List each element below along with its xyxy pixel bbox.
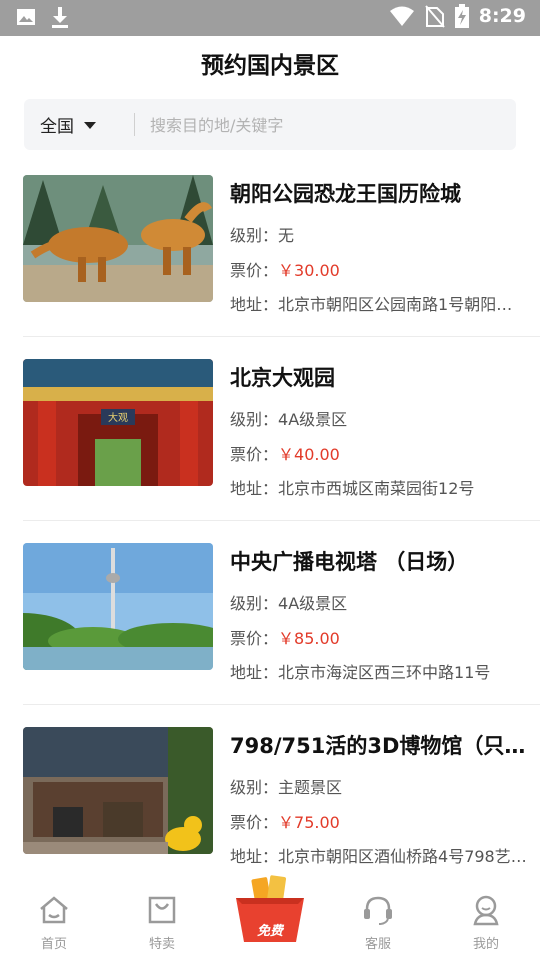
attraction-address: 地址：北京市西城区南菜园街12号 [230,475,528,499]
level-value: 无 [278,226,295,245]
address-label: 地址： [230,847,279,866]
price-label: 票价： [230,261,279,280]
attraction-thumbnail [23,727,213,854]
attraction-price: 票价：￥75.00 [230,809,528,833]
attraction-level: 级别：4A级景区 [230,590,528,614]
tab-home[interactable]: 首页 [0,880,108,960]
attraction-address: 地址：北京市朝阳区酒仙桥路4号798艺术区 [230,843,528,867]
level-value: 主题景区 [278,778,343,797]
attraction-item[interactable]: 大观 北京大观园 级别：4A级景区 票价：￥40.00 地址：北京市西城区南菜园… [0,344,540,528]
level-label: 级别： [230,226,279,245]
price-value: ￥75.00 [278,813,340,832]
address-label: 地址： [230,663,279,682]
level-label: 级别： [230,594,279,613]
attraction-name: 798/751活的3D博物馆（只… [230,734,526,758]
status-bar: 8:29 [0,0,540,36]
item-divider [23,336,540,337]
attraction-level: 级别：4A级景区 [230,406,528,430]
item-divider [23,520,540,521]
region-label: 全国 [40,117,74,137]
attraction-thumbnail [23,543,213,670]
wifi-icon [389,6,414,26]
search-input[interactable] [148,109,502,142]
tv-tower-image [23,543,213,670]
item-divider [23,704,540,705]
attraction-thumbnail: 大观 [23,359,213,486]
attraction-item[interactable]: 798/751活的3D博物馆（只… 级别：主题景区 票价：￥75.00 地址：北… [0,712,540,896]
tab-label: 特卖 [148,937,175,952]
attraction-price: 票价：￥30.00 [230,257,528,281]
level-label: 级别： [230,778,279,797]
attraction-price: 票价：￥40.00 [230,441,528,465]
price-value: ￥40.00 [278,445,340,464]
price-label: 票价： [230,445,279,464]
no-sim-icon [424,5,445,28]
download-icon [52,7,68,28]
level-label: 级别： [230,410,279,429]
attraction-address: 地址：北京市朝阳区公园南路1号朝阳公园内 [230,291,528,315]
svg-text:大观: 大观 [108,411,128,424]
home-icon [40,896,68,924]
page-header: 预约国内景区 [0,36,540,96]
gate-image: 大观 [23,359,213,486]
search-bar: 全国 [24,99,516,150]
attraction-name: 朝阳公园恐龙王国历险城 [230,182,461,206]
address-label: 地址： [230,479,279,498]
page-title: 预约国内景区 [201,53,339,79]
tab-mine[interactable]: 我的 [432,880,540,960]
attraction-level: 级别：主题景区 [230,774,528,798]
address-label: 地址： [230,295,279,314]
attraction-item[interactable]: 朝阳公园恐龙王国历险城 级别：无 票价：￥30.00 地址：北京市朝阳区公园南路… [0,160,540,344]
headset-icon [364,896,392,925]
address-value: 北京市朝阳区酒仙桥路4号798艺术区 [278,847,528,866]
tab-sale[interactable]: 特卖 [108,880,216,960]
tab-label: 首页 [40,937,67,952]
price-value: ￥85.00 [278,629,340,648]
tab-customer-service[interactable]: 客服 [324,880,432,960]
attraction-name: 中央广播电视塔 （日场） [230,550,469,574]
attraction-address: 地址：北京市海淀区西三环中路11号 [230,659,528,683]
attraction-price: 票价：￥85.00 [230,625,528,649]
user-icon [473,895,499,926]
shopping-bag-icon [148,896,176,924]
address-value: 北京市西城区南菜园街12号 [278,479,475,498]
address-value: 北京市朝阳区公园南路1号朝阳公园内 [278,295,528,314]
clock: 8:29 [478,5,526,27]
level-value: 4A级景区 [278,594,348,613]
level-value: 4A级景区 [278,410,348,429]
attraction-item[interactable]: 中央广播电视塔 （日场） 级别：4A级景区 票价：￥85.00 地址：北京市海淀… [0,528,540,712]
attraction-level: 级别：无 [230,222,528,246]
tab-label: 客服 [364,937,391,952]
free-ticket-button[interactable]: 免费 [230,872,310,944]
caret-down-icon [84,122,96,129]
museum-image [23,727,213,854]
price-label: 票价： [230,629,279,648]
attraction-thumbnail [23,175,213,302]
search-divider [134,113,135,136]
tab-label: 我的 [472,937,499,952]
region-dropdown[interactable]: 全国 [40,99,96,150]
free-badge-label: 免费 [256,924,283,939]
price-value: ￥30.00 [278,261,340,280]
image-icon [17,9,35,25]
address-value: 北京市海淀区西三环中路11号 [278,663,491,682]
battery-icon [454,4,469,28]
price-label: 票价： [230,813,279,832]
dinosaur-image [23,175,213,302]
attraction-name: 北京大观园 [230,366,335,390]
